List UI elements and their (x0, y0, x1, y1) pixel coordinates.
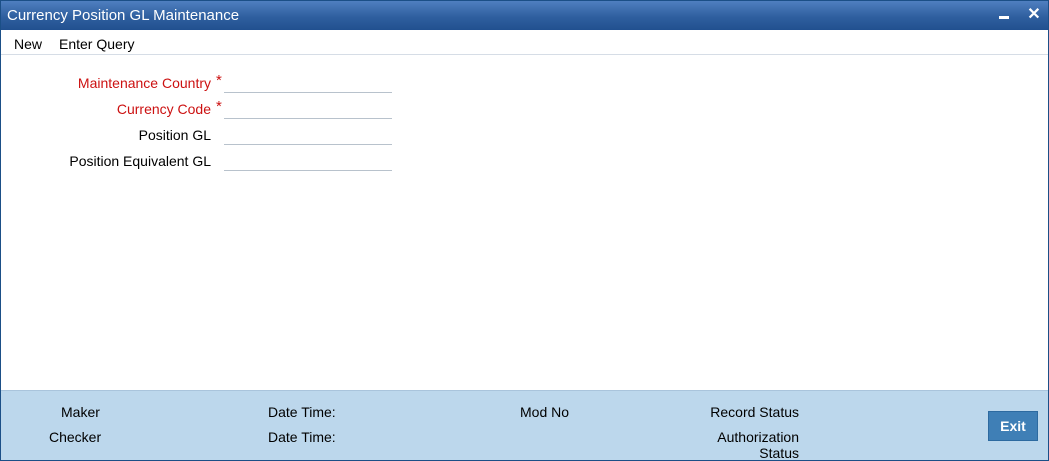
maintenance-window: Currency Position GL Maintenance ✕ New E… (0, 0, 1049, 461)
position-gl-label: Position GL (138, 127, 211, 143)
enter-query-button[interactable]: Enter Query (59, 36, 134, 52)
toolbar: New Enter Query (1, 30, 1048, 55)
record-status-label: Record Status (710, 404, 799, 420)
checker-datetime-label: Date Time: (268, 429, 336, 445)
mod-no-label: Mod No (520, 404, 570, 420)
window-title: Currency Position GL Maintenance (7, 7, 240, 24)
currency-code-label: Currency Code (116, 101, 211, 117)
maintenance-form: Maintenance Country * Currency Code * Po… (1, 56, 1048, 390)
position-gl-input[interactable] (224, 123, 392, 145)
authorization-status-label-line2: Status (759, 445, 799, 461)
maintenance-country-label: Maintenance Country (77, 75, 211, 91)
close-icon[interactable]: ✕ (1023, 4, 1045, 26)
required-marker: * (216, 72, 222, 89)
checker-label: Checker (49, 429, 102, 445)
currency-code-input[interactable] (224, 97, 392, 119)
authorization-status-label-line1: Authorization (717, 429, 799, 445)
new-button[interactable]: New (14, 36, 42, 52)
required-marker: * (216, 98, 222, 115)
exit-button[interactable]: Exit (988, 411, 1038, 441)
audit-footer: Maker Checker Date Time: Date Time: Mod … (1, 390, 1048, 461)
maintenance-country-input[interactable] (224, 71, 392, 93)
position-equivalent-gl-label: Position Equivalent GL (69, 153, 211, 169)
minimize-icon[interactable] (993, 4, 1015, 26)
position-equivalent-gl-input[interactable] (224, 149, 392, 171)
maker-label: Maker (61, 404, 100, 420)
maker-datetime-label: Date Time: (268, 404, 336, 420)
title-bar: Currency Position GL Maintenance ✕ (1, 1, 1048, 30)
